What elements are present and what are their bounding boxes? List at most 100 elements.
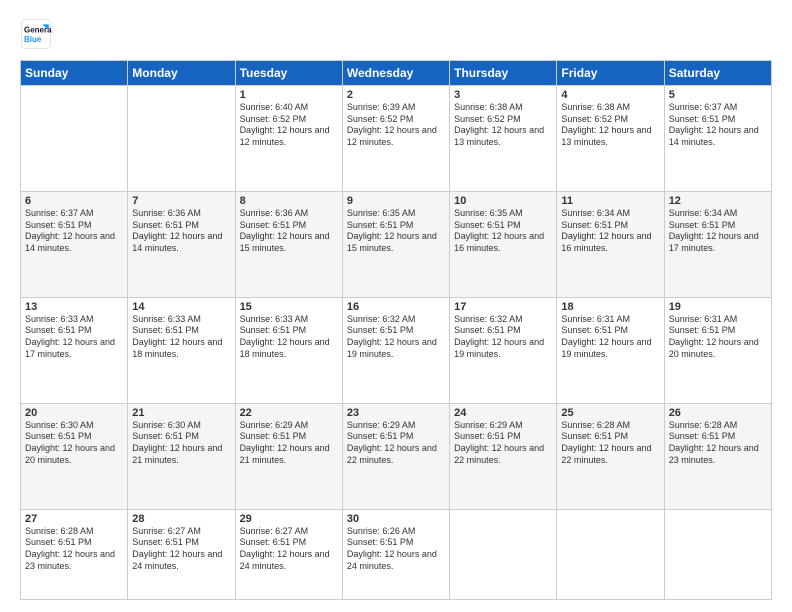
day-info: Sunrise: 6:29 AM [240, 420, 338, 432]
day-info: Daylight: 12 hours and 12 minutes. [347, 125, 445, 148]
day-info: Daylight: 12 hours and 18 minutes. [132, 337, 230, 360]
day-info: Sunrise: 6:33 AM [25, 314, 123, 326]
calendar-cell: 14Sunrise: 6:33 AMSunset: 6:51 PMDayligh… [128, 297, 235, 403]
calendar-cell: 12Sunrise: 6:34 AMSunset: 6:51 PMDayligh… [664, 191, 771, 297]
day-info: Sunset: 6:51 PM [132, 325, 230, 337]
day-info: Sunset: 6:51 PM [669, 325, 767, 337]
day-info: Daylight: 12 hours and 23 minutes. [669, 443, 767, 466]
day-number: 17 [454, 301, 552, 313]
day-info: Daylight: 12 hours and 24 minutes. [240, 549, 338, 572]
day-info: Sunrise: 6:38 AM [454, 102, 552, 114]
calendar-cell: 11Sunrise: 6:34 AMSunset: 6:51 PMDayligh… [557, 191, 664, 297]
calendar-cell: 6Sunrise: 6:37 AMSunset: 6:51 PMDaylight… [21, 191, 128, 297]
day-info: Sunrise: 6:39 AM [347, 102, 445, 114]
day-info: Daylight: 12 hours and 22 minutes. [561, 443, 659, 466]
calendar-cell: 10Sunrise: 6:35 AMSunset: 6:51 PMDayligh… [450, 191, 557, 297]
logo-icon: General Blue [20, 18, 52, 50]
day-info: Sunrise: 6:40 AM [240, 102, 338, 114]
day-info: Sunrise: 6:28 AM [25, 526, 123, 538]
day-info: Sunset: 6:51 PM [240, 325, 338, 337]
day-info: Sunrise: 6:35 AM [347, 208, 445, 220]
day-number: 20 [25, 407, 123, 419]
day-info: Daylight: 12 hours and 17 minutes. [669, 231, 767, 254]
day-number: 23 [347, 407, 445, 419]
day-info: Sunset: 6:51 PM [25, 325, 123, 337]
calendar-cell: 3Sunrise: 6:38 AMSunset: 6:52 PMDaylight… [450, 86, 557, 192]
day-info: Daylight: 12 hours and 23 minutes. [25, 549, 123, 572]
day-info: Sunrise: 6:28 AM [561, 420, 659, 432]
calendar-cell [128, 86, 235, 192]
day-info: Daylight: 12 hours and 15 minutes. [347, 231, 445, 254]
calendar-cell: 18Sunrise: 6:31 AMSunset: 6:51 PMDayligh… [557, 297, 664, 403]
day-info: Sunrise: 6:28 AM [669, 420, 767, 432]
day-number: 5 [669, 89, 767, 101]
day-info: Sunset: 6:52 PM [561, 114, 659, 126]
day-info: Sunrise: 6:34 AM [669, 208, 767, 220]
calendar-cell: 2Sunrise: 6:39 AMSunset: 6:52 PMDaylight… [342, 86, 449, 192]
day-info: Sunset: 6:51 PM [25, 431, 123, 443]
day-info: Sunset: 6:51 PM [25, 220, 123, 232]
calendar-week-row: 27Sunrise: 6:28 AMSunset: 6:51 PMDayligh… [21, 509, 772, 599]
day-info: Daylight: 12 hours and 20 minutes. [25, 443, 123, 466]
day-info: Sunrise: 6:32 AM [454, 314, 552, 326]
day-info: Sunset: 6:51 PM [25, 537, 123, 549]
calendar-cell [21, 86, 128, 192]
day-info: Daylight: 12 hours and 19 minutes. [561, 337, 659, 360]
calendar-week-row: 6Sunrise: 6:37 AMSunset: 6:51 PMDaylight… [21, 191, 772, 297]
calendar-header-wednesday: Wednesday [342, 61, 449, 86]
calendar-cell: 17Sunrise: 6:32 AMSunset: 6:51 PMDayligh… [450, 297, 557, 403]
day-info: Daylight: 12 hours and 12 minutes. [240, 125, 338, 148]
calendar-header-friday: Friday [557, 61, 664, 86]
day-info: Sunrise: 6:26 AM [347, 526, 445, 538]
day-info: Sunset: 6:51 PM [561, 325, 659, 337]
svg-text:Blue: Blue [24, 35, 42, 44]
day-info: Daylight: 12 hours and 15 minutes. [240, 231, 338, 254]
day-number: 4 [561, 89, 659, 101]
calendar-header-monday: Monday [128, 61, 235, 86]
calendar-header-saturday: Saturday [664, 61, 771, 86]
day-info: Daylight: 12 hours and 16 minutes. [561, 231, 659, 254]
day-number: 10 [454, 195, 552, 207]
day-info: Sunset: 6:52 PM [454, 114, 552, 126]
calendar-cell: 21Sunrise: 6:30 AMSunset: 6:51 PMDayligh… [128, 403, 235, 509]
day-info: Sunset: 6:51 PM [561, 220, 659, 232]
day-number: 11 [561, 195, 659, 207]
day-info: Sunrise: 6:32 AM [347, 314, 445, 326]
day-info: Daylight: 12 hours and 14 minutes. [669, 125, 767, 148]
day-number: 27 [25, 513, 123, 525]
day-number: 6 [25, 195, 123, 207]
day-info: Sunrise: 6:27 AM [240, 526, 338, 538]
day-number: 12 [669, 195, 767, 207]
day-number: 22 [240, 407, 338, 419]
day-info: Sunrise: 6:29 AM [347, 420, 445, 432]
day-info: Sunrise: 6:30 AM [25, 420, 123, 432]
day-number: 15 [240, 301, 338, 313]
calendar-header-tuesday: Tuesday [235, 61, 342, 86]
header: General Blue [20, 18, 772, 50]
day-number: 1 [240, 89, 338, 101]
day-info: Sunset: 6:51 PM [132, 537, 230, 549]
day-number: 13 [25, 301, 123, 313]
day-info: Sunset: 6:52 PM [347, 114, 445, 126]
calendar-cell: 13Sunrise: 6:33 AMSunset: 6:51 PMDayligh… [21, 297, 128, 403]
day-info: Daylight: 12 hours and 14 minutes. [132, 231, 230, 254]
calendar-cell [450, 509, 557, 599]
day-number: 19 [669, 301, 767, 313]
calendar-cell: 20Sunrise: 6:30 AMSunset: 6:51 PMDayligh… [21, 403, 128, 509]
day-info: Sunset: 6:51 PM [454, 325, 552, 337]
calendar-cell [664, 509, 771, 599]
day-number: 30 [347, 513, 445, 525]
calendar-header-thursday: Thursday [450, 61, 557, 86]
day-info: Sunrise: 6:33 AM [132, 314, 230, 326]
day-number: 3 [454, 89, 552, 101]
day-info: Daylight: 12 hours and 24 minutes. [347, 549, 445, 572]
day-info: Sunrise: 6:37 AM [25, 208, 123, 220]
calendar-cell: 29Sunrise: 6:27 AMSunset: 6:51 PMDayligh… [235, 509, 342, 599]
calendar-header-row: SundayMondayTuesdayWednesdayThursdayFrid… [21, 61, 772, 86]
day-number: 8 [240, 195, 338, 207]
day-number: 25 [561, 407, 659, 419]
calendar-cell: 16Sunrise: 6:32 AMSunset: 6:51 PMDayligh… [342, 297, 449, 403]
day-info: Sunset: 6:51 PM [454, 220, 552, 232]
day-info: Sunrise: 6:30 AM [132, 420, 230, 432]
day-info: Daylight: 12 hours and 19 minutes. [454, 337, 552, 360]
